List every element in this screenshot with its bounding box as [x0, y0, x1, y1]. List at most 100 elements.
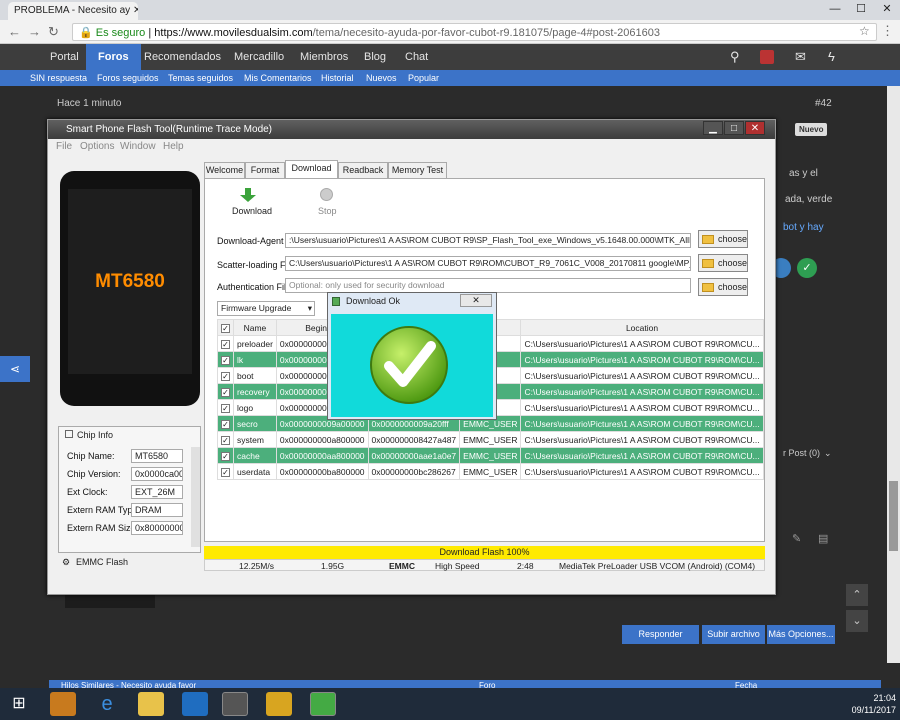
scroll-up-button[interactable]: ⌃	[846, 584, 868, 606]
choose-download-agent-button[interactable]: choose	[698, 230, 748, 248]
chip-info-scrollbar[interactable]	[191, 447, 200, 547]
row-checkbox[interactable]: ✓	[221, 339, 230, 349]
subnav-sin-respuesta[interactable]: SIN respuesta	[30, 70, 87, 86]
page-scrollbar[interactable]	[887, 86, 900, 663]
reload-icon[interactable]: ↻	[48, 24, 59, 40]
nav-portal[interactable]: Portal	[50, 44, 79, 70]
stop-button[interactable]: Stop	[318, 206, 337, 216]
close-icon[interactable]: ✕	[133, 5, 138, 16]
cell-name: lk	[233, 351, 277, 368]
nav-miembros[interactable]: Miembros	[300, 44, 348, 70]
app-icon[interactable]	[266, 692, 292, 716]
scroll-thumb[interactable]	[889, 481, 898, 551]
cell-loc: C:\Users\usuario\Pictures\1 A AS\ROM CUB…	[520, 415, 764, 432]
subnav-mis-comentarios[interactable]: Mis Comentarios	[244, 70, 312, 86]
table-row[interactable]: ✓ userdata 0x00000000ba800000 0x00000000bc2…	[217, 463, 764, 480]
chip-info-panel: Chip Info Chip Name: MT6580 Chip Version…	[58, 426, 201, 553]
subnav-temas-seguidos[interactable]: Temas seguidos	[168, 70, 233, 86]
stop-icon[interactable]	[320, 188, 333, 201]
chrome-icon[interactable]	[222, 692, 248, 716]
start-icon[interactable]: ⊞	[6, 692, 32, 716]
url-field[interactable]: 🔒 Es seguro | https://www.movilesdualsim…	[72, 23, 877, 41]
post-number[interactable]: #42	[815, 98, 832, 109]
folder-icon[interactable]	[138, 692, 164, 716]
minimize-icon[interactable]: ▁	[703, 121, 723, 135]
close-icon[interactable]: ✕	[460, 294, 492, 307]
reply-button[interactable]: Responder	[622, 625, 699, 644]
nav-mercadillo[interactable]: Mercadillo	[234, 44, 284, 70]
document-icon[interactable]: ▤	[818, 532, 828, 545]
download-arrow-icon[interactable]	[238, 188, 258, 202]
tab-download[interactable]: Download	[285, 160, 338, 178]
close-icon[interactable]: ✕	[745, 121, 765, 135]
row-checkbox[interactable]: ✓	[221, 371, 230, 381]
minimize-icon[interactable]: —	[822, 0, 848, 20]
nav-foros[interactable]: Foros	[86, 44, 141, 70]
menu-help[interactable]: Help	[163, 141, 184, 152]
flash-tool-icon[interactable]	[310, 692, 336, 716]
maximize-icon[interactable]: □	[724, 121, 744, 135]
row-checkbox[interactable]: ✓	[221, 403, 230, 413]
menu-file[interactable]: File	[56, 141, 72, 152]
mail-icon[interactable]: ✉	[795, 44, 806, 70]
download-agent-field[interactable]: :\Users\usuario\Pictures\1 A AS\ROM CUBO…	[285, 233, 691, 248]
row-checkbox[interactable]: ✓	[221, 451, 230, 461]
tab-welcome[interactable]: Welcome	[204, 162, 245, 178]
scroll-down-button[interactable]: ⌄	[846, 610, 868, 632]
row-checkbox[interactable]: ✓	[221, 435, 230, 445]
nav-blog[interactable]: Blog	[364, 44, 386, 70]
more-options-button[interactable]: Más Opciones...	[767, 625, 835, 644]
tab-format[interactable]: Format	[245, 162, 285, 178]
row-checkbox[interactable]: ✓	[221, 467, 230, 477]
download-button[interactable]: Download	[232, 206, 272, 216]
nav-chat[interactable]: Chat	[405, 44, 428, 70]
back-icon[interactable]: ←	[8, 24, 21, 39]
menu-icon[interactable]: ⋮	[881, 23, 894, 39]
nav-recomendados[interactable]: Recomendados	[144, 44, 221, 70]
bolt-icon[interactable]: ϟ	[828, 44, 835, 70]
post-nav[interactable]: r Post (0)	[783, 448, 820, 458]
mode-select[interactable]: Firmware Upgrade ▾	[217, 301, 315, 316]
mode-value: Firmware Upgrade	[221, 303, 292, 313]
browser-tab[interactable]: PROBLEMA - Necesito ay ✕	[8, 2, 138, 20]
app-title-bar: Smart Phone Flash Tool(Runtime Trace Mod…	[48, 120, 775, 139]
row-check-cell: ✓	[217, 431, 234, 448]
media-player-icon[interactable]	[50, 692, 76, 716]
scatter-field[interactable]: C:\Users\usuario\Pictures\1 A AS\ROM CUB…	[285, 256, 691, 271]
row-checkbox[interactable]: ✓	[221, 387, 230, 397]
chevron-down-icon[interactable]: ⌄	[824, 448, 832, 459]
upload-button[interactable]: Subir archivo	[702, 625, 765, 644]
eraser-icon[interactable]: ✎	[792, 532, 801, 545]
share-icon[interactable]: ⋖	[0, 356, 30, 382]
check-icon[interactable]: ✓	[797, 258, 817, 278]
ie-icon[interactable]: e	[94, 692, 120, 716]
row-checkbox[interactable]: ✓	[221, 419, 230, 429]
search-icon[interactable]: ⚲	[730, 44, 740, 70]
forward-icon[interactable]: →	[28, 24, 41, 39]
menu-window[interactable]: Window	[120, 141, 156, 152]
choose-scatter-button[interactable]: choose	[698, 254, 748, 272]
table-row[interactable]: ✓ cache 0x00000000aa800000 0x00000000aae1a0…	[217, 447, 764, 464]
menu-options[interactable]: Options	[80, 141, 114, 152]
subnav-foros-seguidos[interactable]: Foros seguidos	[97, 70, 159, 86]
close-icon[interactable]: ✕	[874, 0, 900, 20]
row-check-cell: ✓	[217, 447, 234, 464]
avatar[interactable]	[760, 50, 774, 64]
choose-auth-button[interactable]: choose	[698, 278, 748, 296]
ram-size-value: 0x80000000	[131, 521, 183, 535]
auth-field[interactable]: Optional: only used for security downloa…	[285, 278, 691, 293]
select-all-checkbox[interactable]: ✓	[221, 323, 230, 333]
subnav-nuevos[interactable]: Nuevos	[366, 70, 397, 86]
subnav-popular[interactable]: Popular	[408, 70, 439, 86]
star-icon[interactable]: ☆	[859, 24, 870, 38]
cell-loc: C:\Users\usuario\Pictures\1 A AS\ROM CUB…	[520, 431, 764, 448]
row-checkbox[interactable]: ✓	[221, 355, 230, 365]
maximize-icon[interactable]: ☐	[848, 0, 874, 20]
tab-readback[interactable]: Readback	[338, 162, 388, 178]
tab-memory-test[interactable]: Memory Test	[388, 162, 447, 178]
clock-date: 09/11/2017	[851, 705, 896, 715]
window-controls: — ☐ ✕	[822, 0, 900, 20]
outlook-icon[interactable]	[182, 692, 208, 716]
subnav-historial[interactable]: Historial	[321, 70, 354, 86]
table-row[interactable]: ✓ system 0x000000000a800000 0x000000008427a…	[217, 431, 764, 448]
